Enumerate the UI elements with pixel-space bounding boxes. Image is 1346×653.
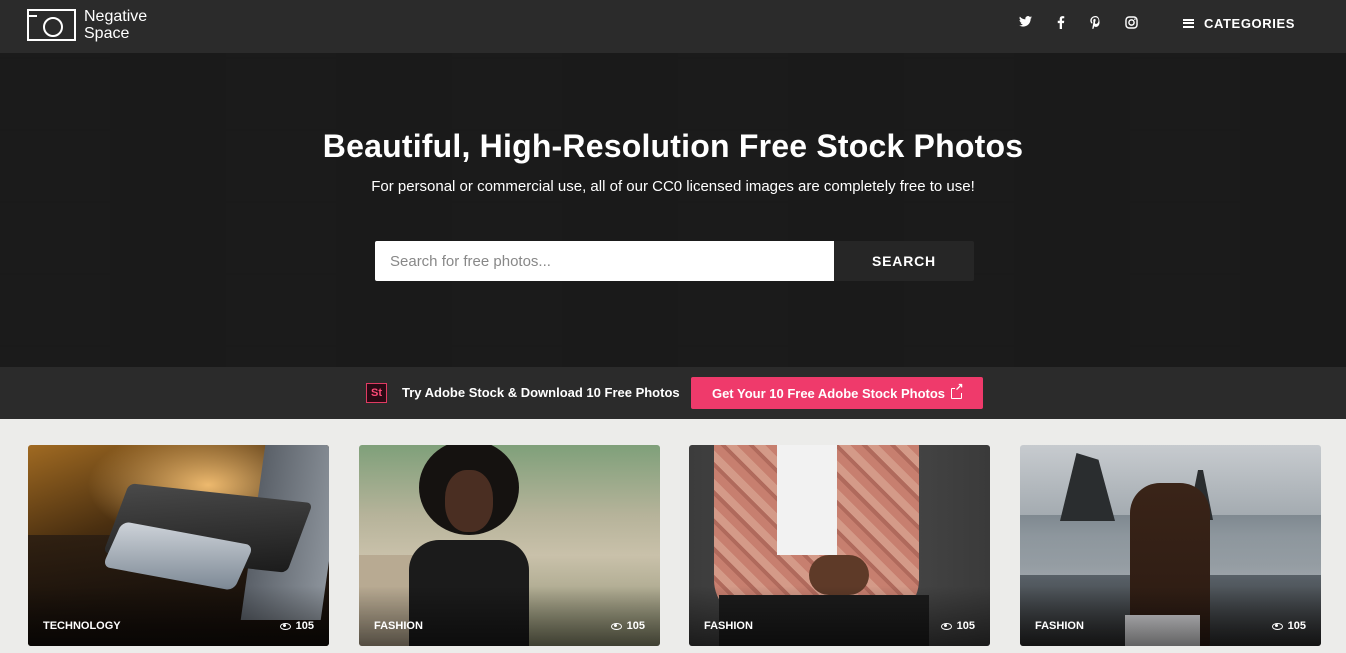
facebook-icon[interactable]: [1054, 16, 1068, 30]
views-count: 105: [626, 620, 645, 632]
photo-card[interactable]: FASHION 105: [359, 445, 660, 646]
site-logo[interactable]: Negative Space: [27, 8, 154, 42]
card-views: 105: [1271, 620, 1306, 632]
card-category[interactable]: TECHNOLOGY: [43, 620, 121, 632]
card-category[interactable]: FASHION: [1035, 620, 1084, 632]
eye-icon: [1271, 622, 1283, 630]
hero-section: [0, 0, 1346, 419]
hero-subtitle: For personal or commercial use, all of o…: [371, 178, 975, 195]
categories-menu-button[interactable]: CATEGORIES: [1183, 15, 1295, 31]
promo-text: Try Adobe Stock & Download 10 Free Photo…: [402, 385, 680, 400]
categories-label: CATEGORIES: [1204, 15, 1295, 31]
logo-text: Negative Space: [84, 8, 154, 42]
eye-icon: [610, 622, 622, 630]
camera-logo-icon: [27, 9, 76, 41]
instagram-icon[interactable]: [1124, 16, 1138, 30]
photo-card[interactable]: TECHNOLOGY 105: [28, 445, 329, 646]
pinterest-icon[interactable]: [1088, 16, 1102, 30]
card-views: 105: [279, 620, 314, 632]
card-category[interactable]: FASHION: [704, 620, 753, 632]
views-count: 105: [295, 620, 314, 632]
search-button[interactable]: SEARCH: [834, 241, 974, 281]
twitter-icon[interactable]: [1018, 16, 1032, 30]
card-views: 105: [610, 620, 645, 632]
photo-card[interactable]: FASHION 105: [1020, 445, 1321, 646]
photo-card[interactable]: FASHION 105: [689, 445, 990, 646]
adobe-stock-button[interactable]: Get Your 10 Free Adobe Stock Photos: [691, 377, 983, 409]
logo-line2: Space: [84, 25, 130, 42]
search-input[interactable]: [375, 241, 834, 281]
card-views: 105: [940, 620, 975, 632]
adobe-stock-icon: St: [366, 383, 387, 403]
card-category[interactable]: FASHION: [374, 620, 423, 632]
hero-title: Beautiful, High-Resolution Free Stock Ph…: [322, 128, 1024, 164]
search-form: SEARCH: [375, 241, 974, 281]
views-count: 105: [1287, 620, 1306, 632]
external-link-icon: [951, 382, 964, 399]
views-count: 105: [956, 620, 975, 632]
eye-icon: [940, 622, 952, 630]
top-navbar: Negative Space CATEGORIES: [0, 0, 1346, 53]
logo-line1: Negative: [84, 8, 148, 25]
eye-icon: [279, 622, 291, 630]
promo-button-label: Get Your 10 Free Adobe Stock Photos: [711, 385, 946, 401]
hamburger-icon: [1183, 18, 1194, 28]
